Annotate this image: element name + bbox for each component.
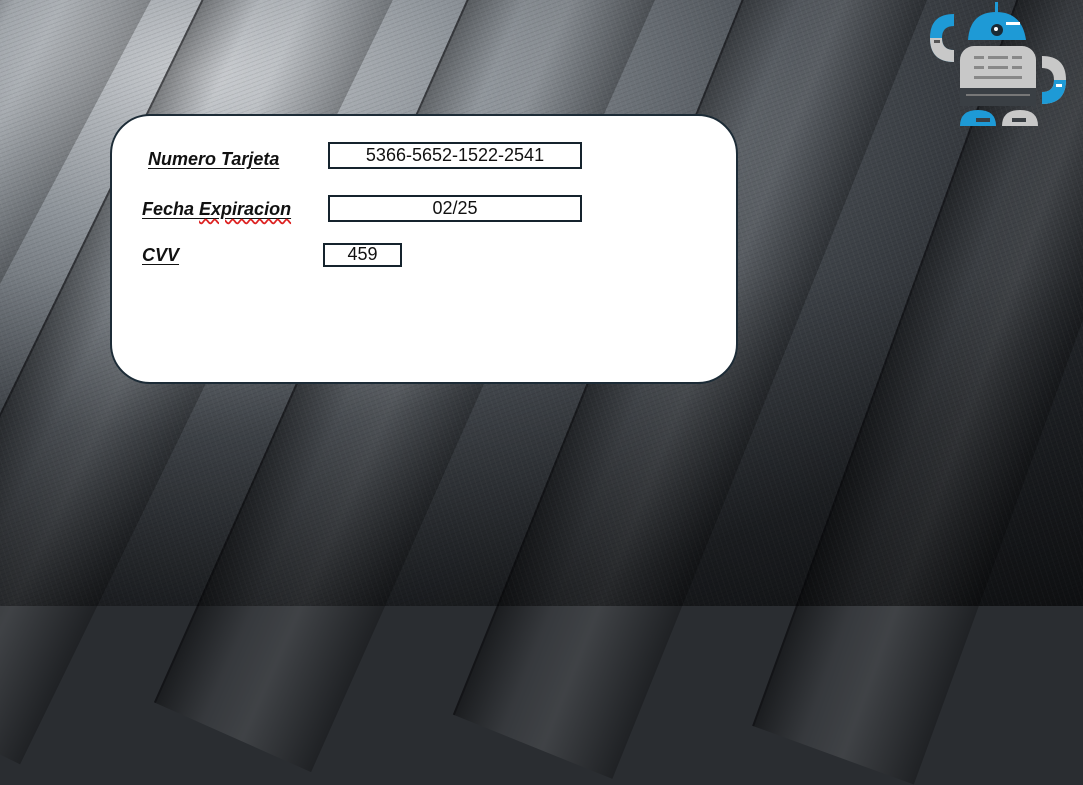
- expiry-label-part1: Fecha: [142, 199, 200, 219]
- card-number-field[interactable]: 5366-5652-1522-2541: [328, 142, 582, 169]
- card-number-label: Numero Tarjeta: [148, 149, 280, 169]
- expiry-label-part2: Expiracion: [199, 199, 292, 219]
- expiry-date-label: Fecha Expiracion: [142, 199, 291, 220]
- cvv-label: CVV: [142, 245, 180, 265]
- expiry-date-field[interactable]: 02/25: [328, 195, 582, 222]
- payment-card-form: Numero Tarjeta 5366-5652-1522-2541 Fecha…: [110, 114, 738, 384]
- cvv-field[interactable]: 459: [323, 243, 402, 267]
- robot-icon: [930, 2, 1066, 126]
